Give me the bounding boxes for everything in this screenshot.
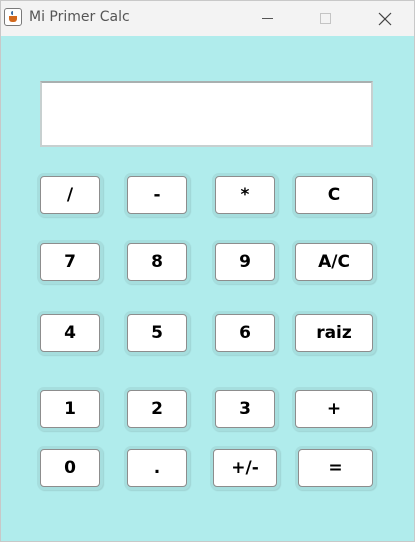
clear-button[interactable]: C: [295, 176, 373, 214]
digit-2-button[interactable]: 2: [127, 390, 187, 428]
minimize-icon: [262, 18, 273, 19]
digit-1-button[interactable]: 1: [40, 390, 100, 428]
digit-7-button[interactable]: 7: [40, 243, 100, 281]
digit-6-button[interactable]: 6: [215, 314, 275, 352]
digit-5-button[interactable]: 5: [127, 314, 187, 352]
decimal-button[interactable]: .: [127, 449, 187, 487]
java-app-icon: [4, 8, 22, 26]
digit-9-button[interactable]: 9: [215, 243, 275, 281]
all-clear-button[interactable]: A/C: [295, 243, 373, 281]
multiply-button[interactable]: *: [215, 176, 275, 214]
title-bar[interactable]: Mi Primer Calc: [1, 1, 414, 36]
window-title: Mi Primer Calc: [29, 9, 130, 25]
add-button[interactable]: +: [295, 390, 373, 428]
minimize-button[interactable]: [244, 1, 290, 36]
divide-button[interactable]: /: [40, 176, 100, 214]
equals-button[interactable]: =: [298, 449, 373, 487]
maximize-button[interactable]: [302, 1, 348, 36]
digit-0-button[interactable]: 0: [40, 449, 100, 487]
close-icon: [378, 12, 392, 26]
negate-button[interactable]: +/-: [213, 449, 277, 487]
calculator-panel: / - * C 7 8 9 A/C 4 5 6 raiz 1 2 3 + 0 .…: [1, 36, 414, 541]
close-button[interactable]: [362, 1, 408, 36]
calculator-window: Mi Primer Calc / - * C 7 8 9 A/C 4 5 6 r…: [0, 0, 415, 542]
sqrt-button[interactable]: raiz: [295, 314, 373, 352]
digit-8-button[interactable]: 8: [127, 243, 187, 281]
digit-4-button[interactable]: 4: [40, 314, 100, 352]
digit-3-button[interactable]: 3: [215, 390, 275, 428]
display-field[interactable]: [40, 81, 373, 147]
subtract-button[interactable]: -: [127, 176, 187, 214]
maximize-icon: [320, 13, 331, 24]
